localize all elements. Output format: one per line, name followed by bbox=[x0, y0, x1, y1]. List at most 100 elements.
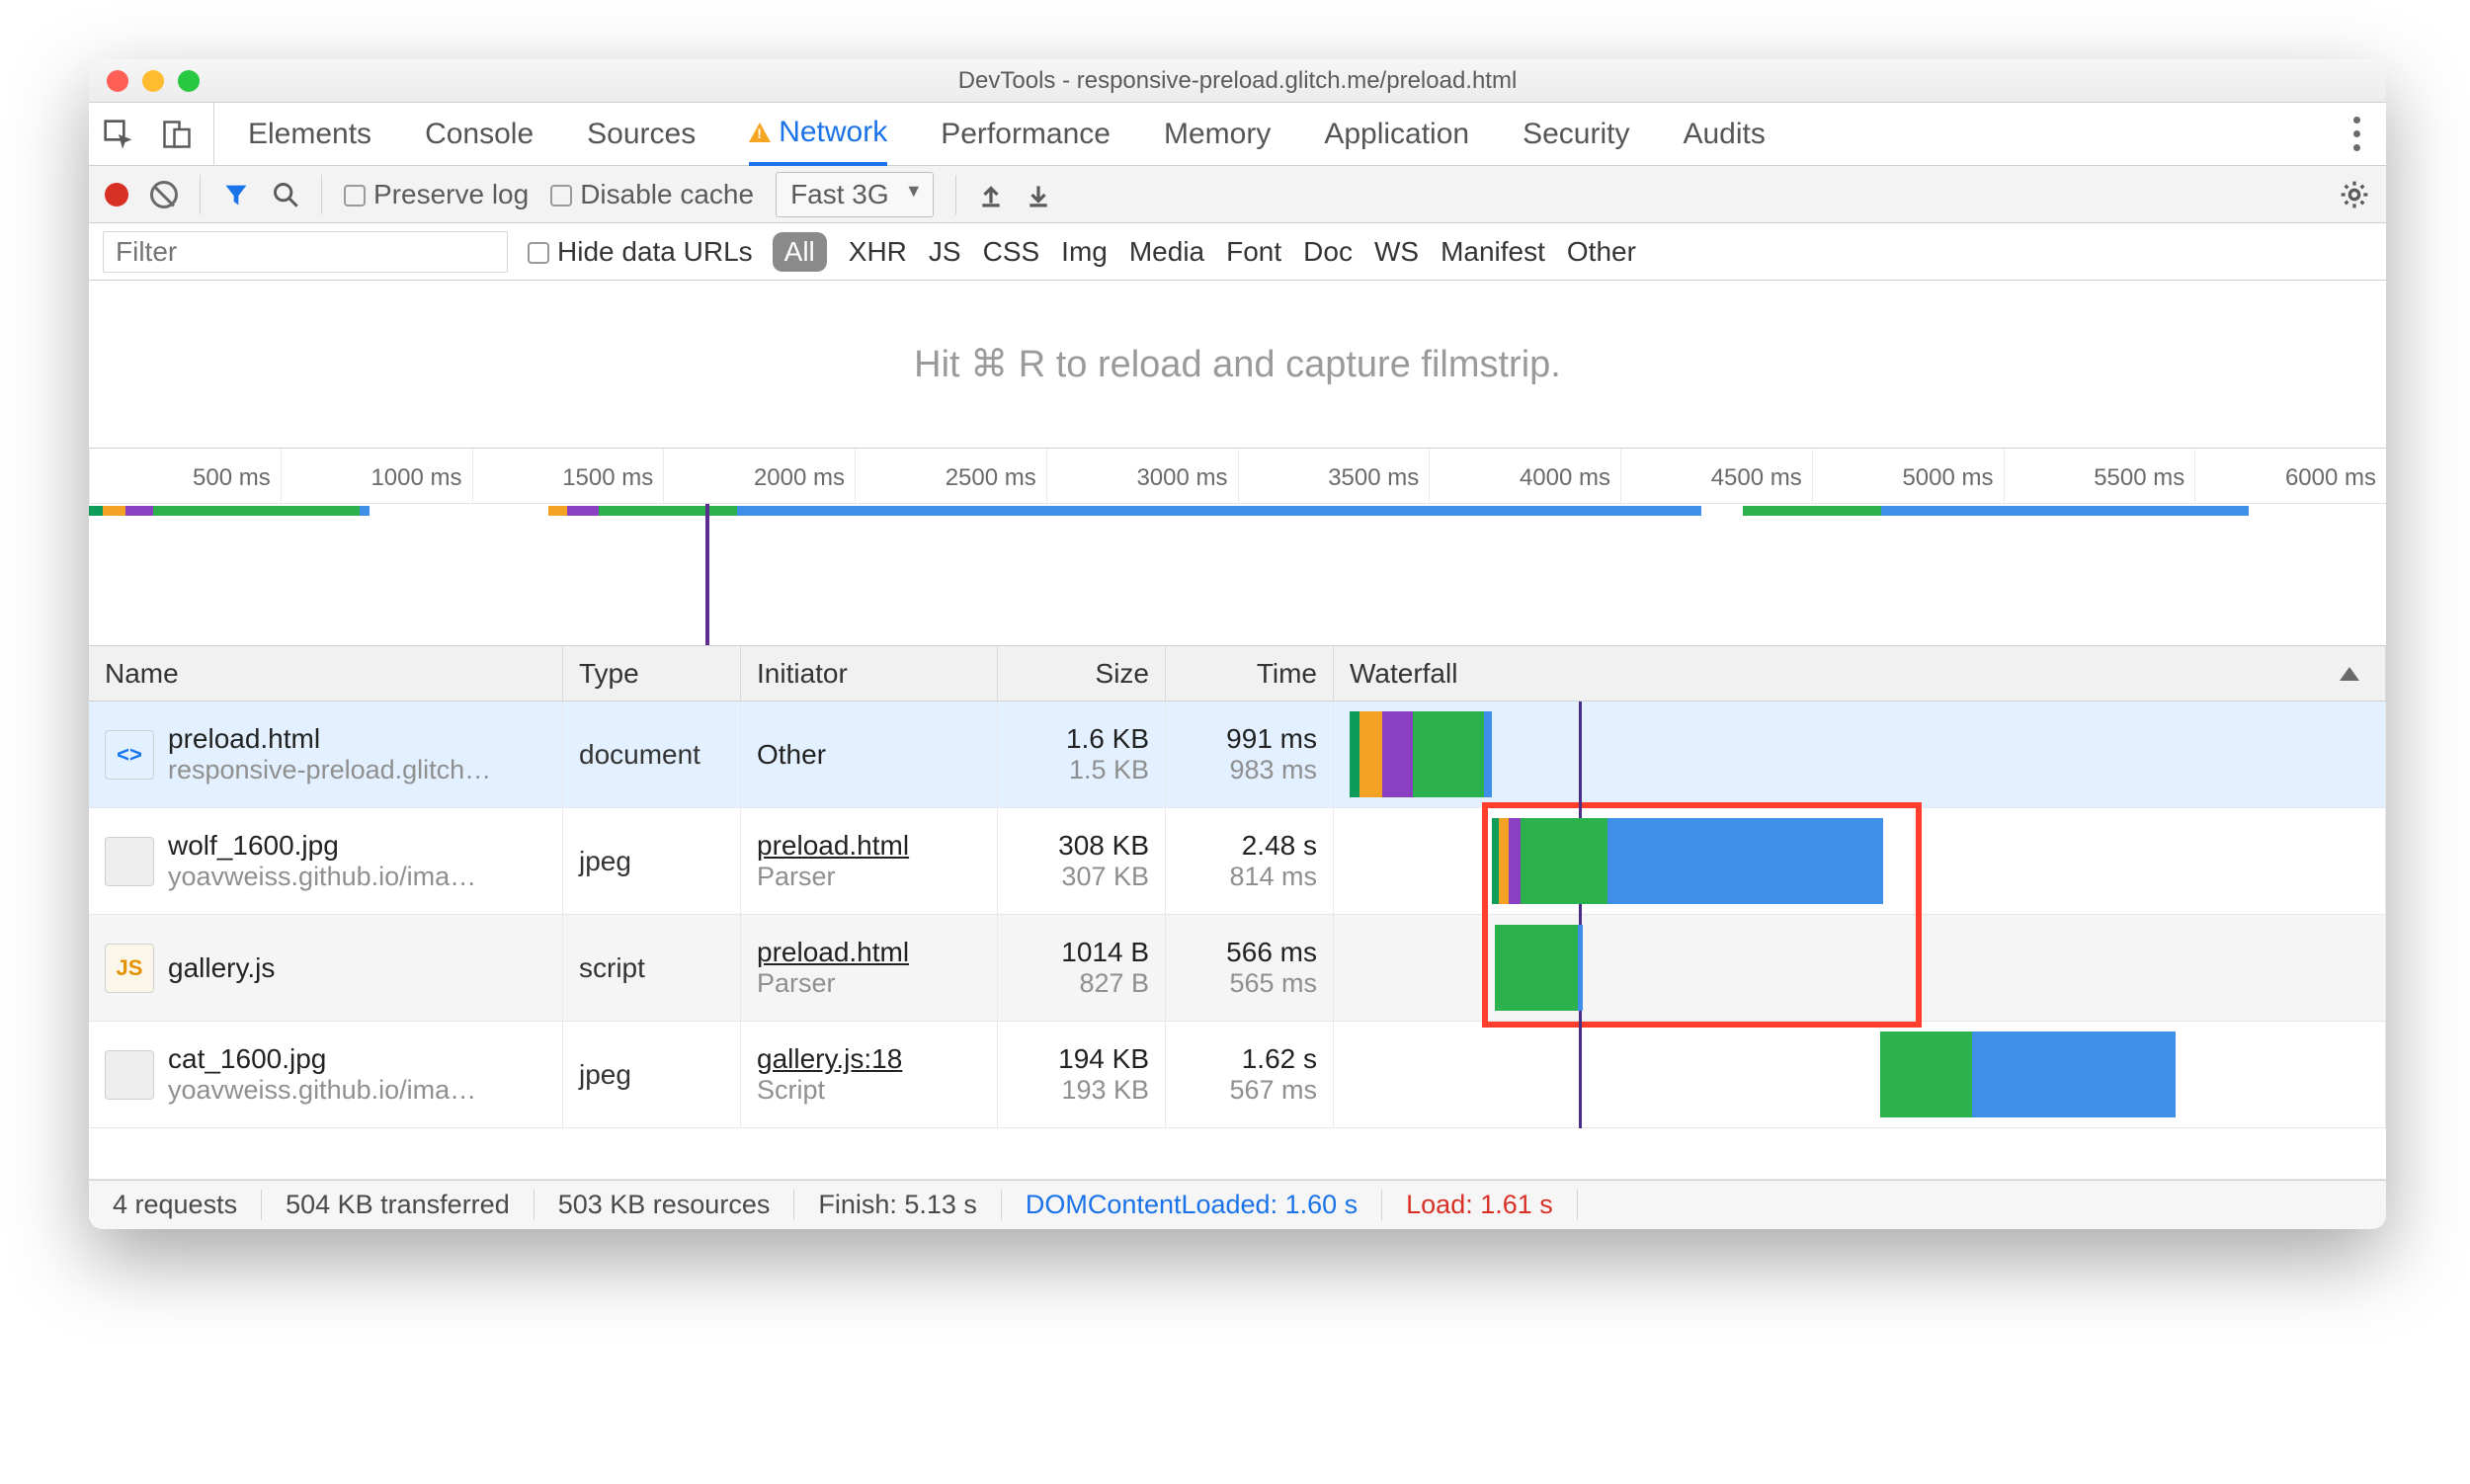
sort-indicator-icon bbox=[2340, 667, 2359, 681]
status-load: Load: 1.61 s bbox=[1382, 1190, 1578, 1220]
filter-type-ws[interactable]: WS bbox=[1374, 236, 1419, 268]
filmstrip-hint: Hit ⌘ R to reload and capture filmstrip. bbox=[89, 281, 2386, 449]
filter-type-media[interactable]: Media bbox=[1129, 236, 1204, 268]
search-icon[interactable] bbox=[272, 181, 299, 208]
timeline-tick: 1500 ms bbox=[472, 449, 664, 503]
more-menu-icon[interactable] bbox=[2341, 117, 2372, 151]
filter-toggle-icon[interactable] bbox=[222, 181, 250, 208]
status-requests: 4 requests bbox=[89, 1190, 262, 1220]
settings-gear-icon[interactable] bbox=[2339, 179, 2370, 210]
table-header-row: Name Type Initiator Size Time Waterfall bbox=[89, 646, 2386, 701]
request-size: 308 KB307 KB bbox=[998, 808, 1166, 914]
col-initiator[interactable]: Initiator bbox=[741, 646, 998, 701]
hide-data-urls-checkbox[interactable]: Hide data URLs bbox=[528, 236, 753, 268]
timeline-tick: 1000 ms bbox=[281, 449, 472, 503]
waterfall-segment bbox=[1521, 818, 1607, 904]
tab-network[interactable]: Network bbox=[749, 104, 887, 166]
waterfall-segment bbox=[1484, 711, 1492, 797]
tab-application[interactable]: Application bbox=[1324, 103, 1469, 165]
timeline-tick: 2000 ms bbox=[663, 449, 855, 503]
table-row[interactable]: <>preload.htmlresponsive-preload.glitch…… bbox=[89, 701, 2386, 808]
disable-cache-checkbox[interactable]: Disable cache bbox=[550, 179, 754, 210]
timeline-tick: 2500 ms bbox=[855, 449, 1046, 503]
waterfall-segment bbox=[1495, 925, 1579, 1011]
timeline-playhead bbox=[705, 504, 709, 645]
request-time: 2.48 s814 ms bbox=[1166, 808, 1334, 914]
waterfall-cell[interactable] bbox=[1334, 1022, 2386, 1127]
status-bar: 4 requests 504 KB transferred 503 KB res… bbox=[89, 1180, 2386, 1229]
filter-type-all[interactable]: All bbox=[773, 232, 827, 272]
devtools-tabbar: Elements Console Sources Network Performance… bbox=[89, 103, 2386, 166]
waterfall-segment bbox=[1578, 925, 1583, 1011]
waterfall-segment bbox=[1499, 818, 1509, 904]
tab-sources[interactable]: Sources bbox=[587, 103, 696, 165]
toggle-device-icon[interactable] bbox=[162, 119, 192, 150]
network-toolbar: Preserve log Disable cache Fast 3G bbox=[89, 166, 2386, 223]
request-domain: responsive-preload.glitch… bbox=[168, 755, 491, 785]
preserve-log-checkbox[interactable]: Preserve log bbox=[344, 179, 529, 210]
waterfall-cell[interactable] bbox=[1334, 915, 2386, 1021]
waterfall-segment bbox=[1350, 711, 1359, 797]
timeline-tick: 4000 ms bbox=[1429, 449, 1620, 503]
timeline-tick: 4500 ms bbox=[1620, 449, 1812, 503]
request-initiator[interactable]: gallery.js:18 bbox=[757, 1043, 981, 1075]
request-size: 194 KB193 KB bbox=[998, 1022, 1166, 1127]
tab-audits[interactable]: Audits bbox=[1683, 103, 1765, 165]
filter-type-xhr[interactable]: XHR bbox=[849, 236, 907, 268]
window-title: DevTools - responsive-preload.glitch.me/… bbox=[89, 67, 2386, 95]
clear-button[interactable] bbox=[150, 181, 178, 208]
waterfall-cell[interactable] bbox=[1334, 808, 2386, 914]
filter-type-font[interactable]: Font bbox=[1226, 236, 1281, 268]
waterfall-segment bbox=[1382, 711, 1413, 797]
waterfall-segment bbox=[1359, 711, 1382, 797]
col-name[interactable]: Name bbox=[89, 646, 563, 701]
filter-input[interactable] bbox=[103, 231, 508, 273]
request-time: 991 ms983 ms bbox=[1166, 701, 1334, 807]
warning-icon bbox=[749, 123, 771, 142]
request-initiator[interactable]: preload.html bbox=[757, 937, 981, 968]
filter-type-other[interactable]: Other bbox=[1567, 236, 1636, 268]
status-dcl: DOMContentLoaded: 1.60 s bbox=[1002, 1190, 1382, 1220]
col-waterfall[interactable]: Waterfall bbox=[1334, 646, 2386, 701]
download-har-icon[interactable] bbox=[1026, 182, 1051, 207]
requests-table: Name Type Initiator Size Time Waterfall … bbox=[89, 646, 2386, 1180]
request-type: jpeg bbox=[563, 1022, 741, 1127]
col-size[interactable]: Size bbox=[998, 646, 1166, 701]
timeline-tick: 3000 ms bbox=[1046, 449, 1238, 503]
request-time: 1.62 s567 ms bbox=[1166, 1022, 1334, 1127]
request-name: wolf_1600.jpg bbox=[168, 830, 476, 862]
tab-security[interactable]: Security bbox=[1523, 103, 1629, 165]
file-type-icon: JS bbox=[105, 944, 154, 993]
request-time: 566 ms565 ms bbox=[1166, 915, 1334, 1021]
filter-type-manifest[interactable]: Manifest bbox=[1441, 236, 1545, 268]
table-row[interactable]: JSgallery.jsscriptpreload.htmlParser1014… bbox=[89, 915, 2386, 1022]
tab-console[interactable]: Console bbox=[425, 103, 534, 165]
tab-elements[interactable]: Elements bbox=[248, 103, 371, 165]
timeline-tick: 6000 ms bbox=[2194, 449, 2386, 503]
filter-type-img[interactable]: Img bbox=[1061, 236, 1108, 268]
filter-type-doc[interactable]: Doc bbox=[1303, 236, 1353, 268]
inspect-element-icon[interactable] bbox=[103, 119, 134, 150]
record-button[interactable] bbox=[105, 183, 128, 206]
throttling-select[interactable]: Fast 3G bbox=[776, 172, 934, 217]
col-type[interactable]: Type bbox=[563, 646, 741, 701]
waterfall-segment bbox=[1880, 1031, 1972, 1117]
tab-performance[interactable]: Performance bbox=[941, 103, 1111, 165]
filter-type-css[interactable]: CSS bbox=[983, 236, 1040, 268]
request-initiator[interactable]: preload.html bbox=[757, 830, 981, 862]
col-time[interactable]: Time bbox=[1166, 646, 1334, 701]
waterfall-segment bbox=[1413, 711, 1484, 797]
waterfall-cell[interactable] bbox=[1334, 701, 2386, 807]
filter-type-js[interactable]: JS bbox=[929, 236, 961, 268]
tab-memory[interactable]: Memory bbox=[1164, 103, 1271, 165]
table-row[interactable]: wolf_1600.jpgyoavweiss.github.io/ima…jpe… bbox=[89, 808, 2386, 915]
timeline-tick: 5500 ms bbox=[2004, 449, 2195, 503]
request-type: jpeg bbox=[563, 808, 741, 914]
status-finish: Finish: 5.13 s bbox=[794, 1190, 1002, 1220]
status-resources: 503 KB resources bbox=[535, 1190, 795, 1220]
table-row[interactable]: cat_1600.jpgyoavweiss.github.io/ima…jpeg… bbox=[89, 1022, 2386, 1128]
window-titlebar: DevTools - responsive-preload.glitch.me/… bbox=[89, 59, 2386, 103]
timeline-overview[interactable]: 500 ms1000 ms1500 ms2000 ms2500 ms3000 m… bbox=[89, 449, 2386, 646]
upload-har-icon[interactable] bbox=[978, 182, 1004, 207]
request-name: cat_1600.jpg bbox=[168, 1043, 476, 1075]
